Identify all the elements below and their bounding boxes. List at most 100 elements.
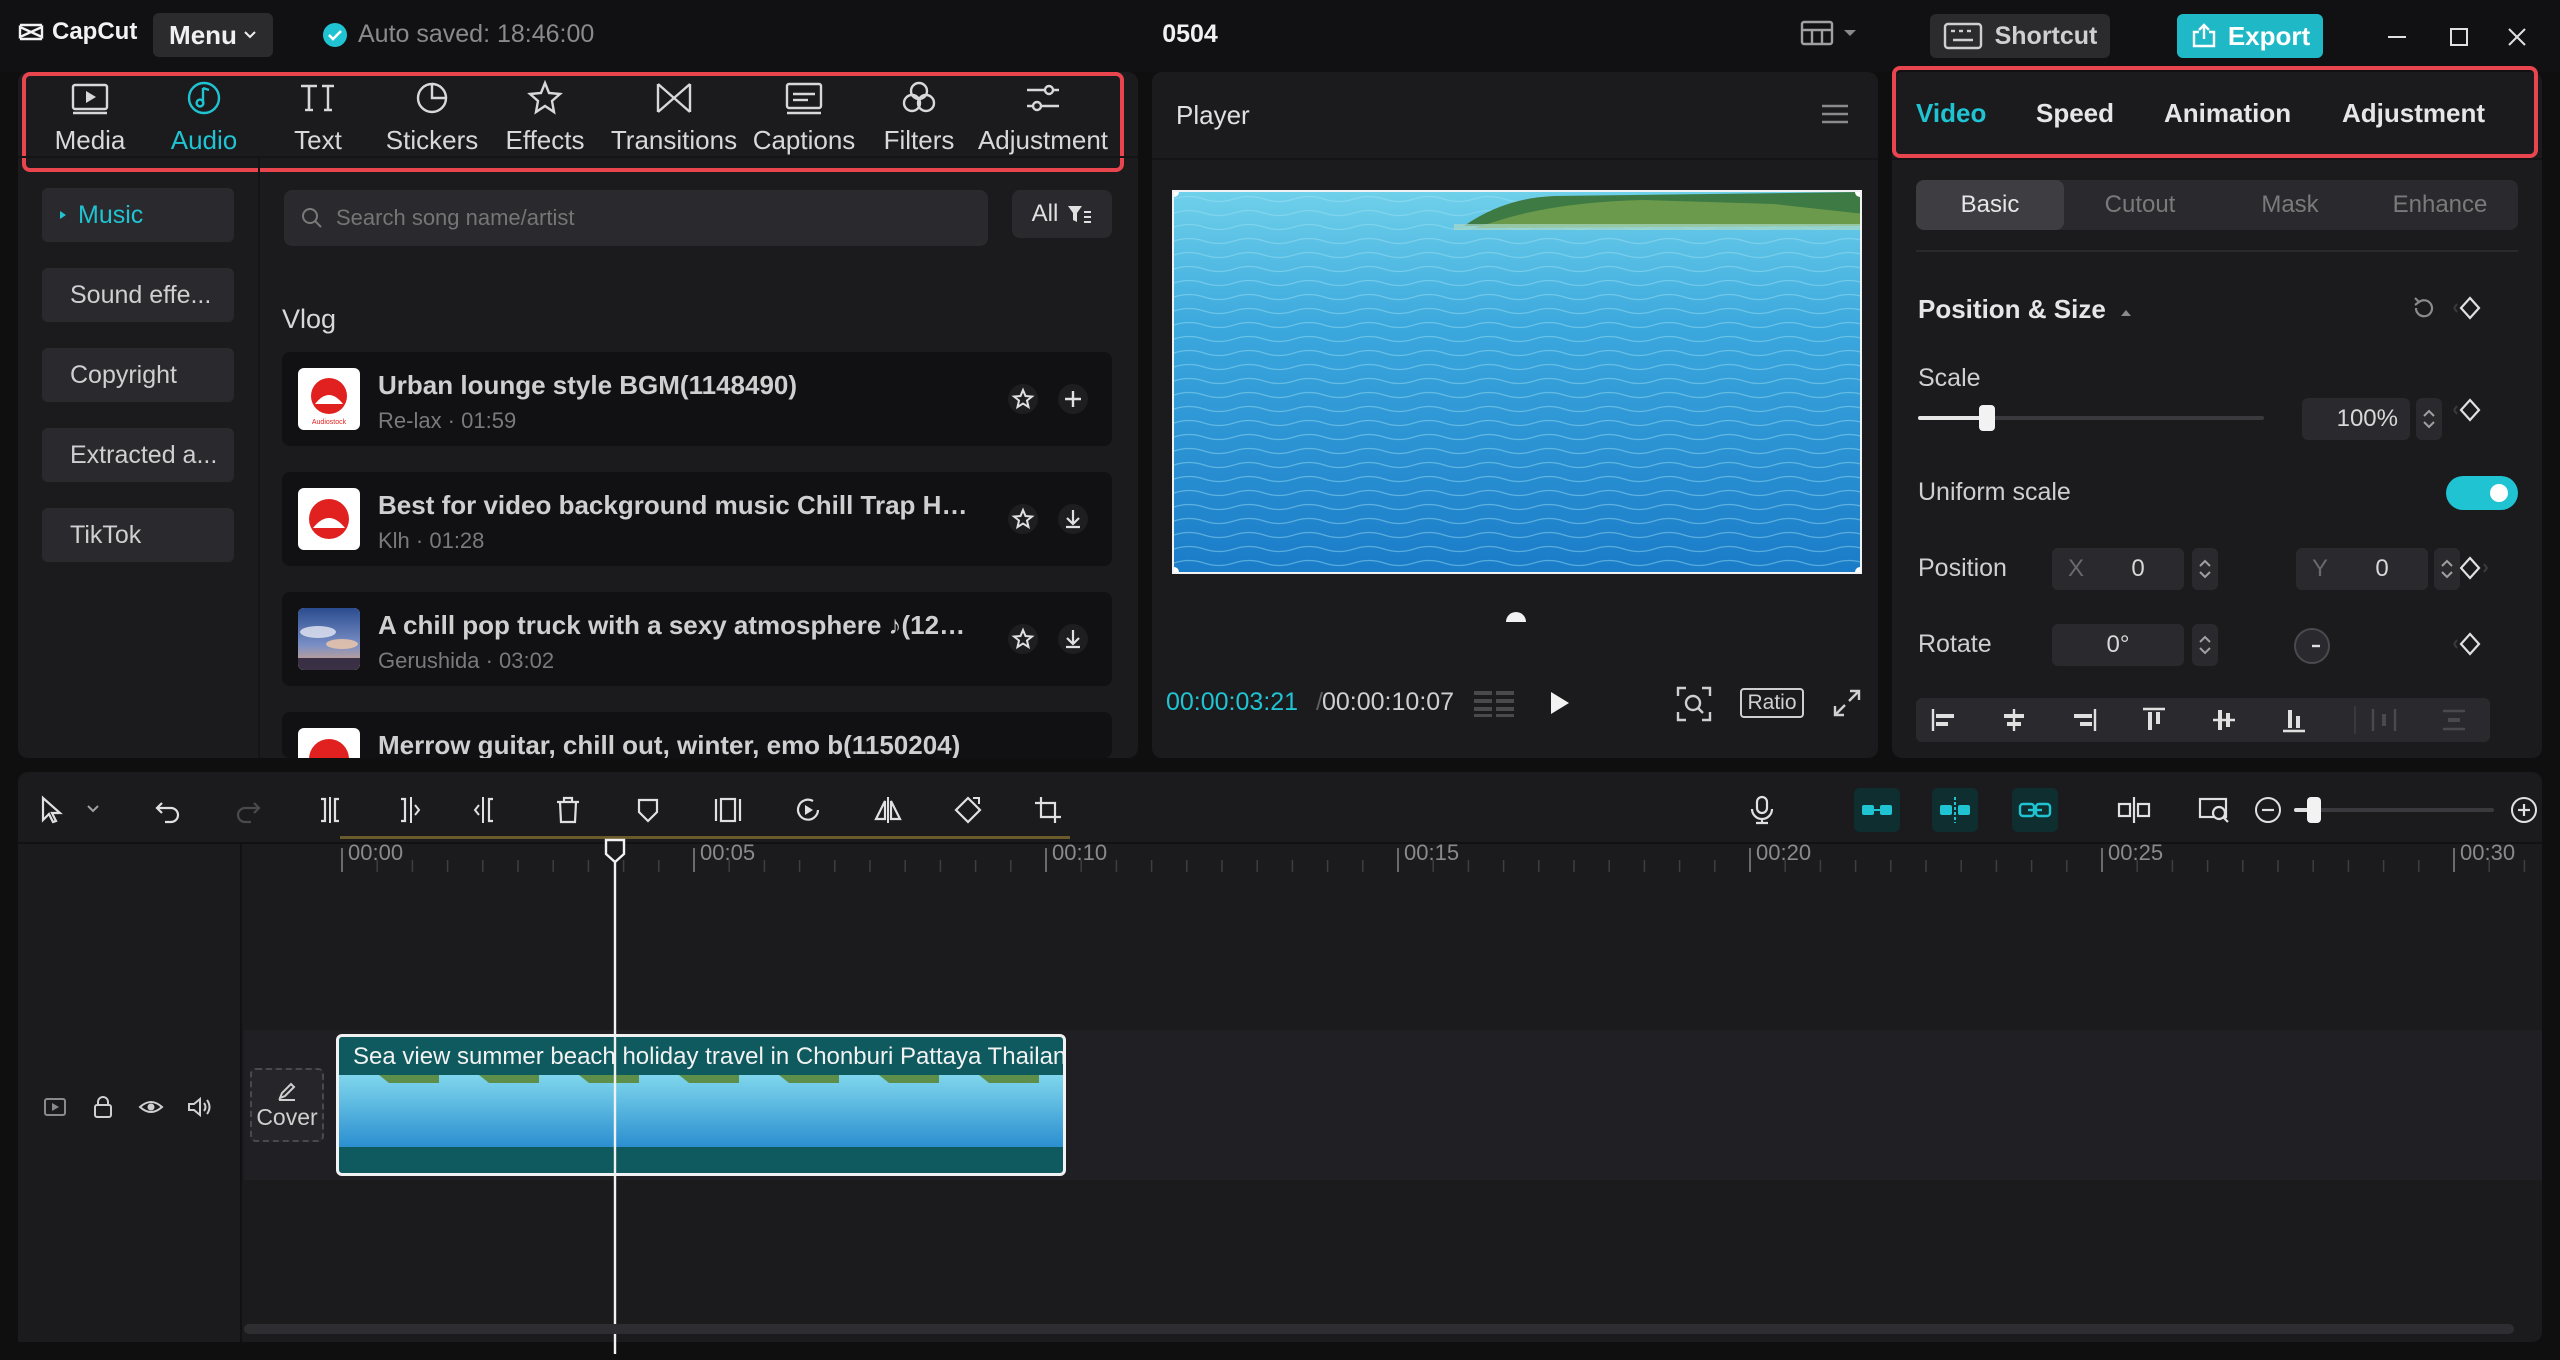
segment-mask[interactable]: Mask: [2216, 180, 2364, 230]
select-tool-button[interactable]: [32, 790, 72, 830]
search-box[interactable]: [284, 190, 988, 246]
tab-text[interactable]: Text: [268, 80, 368, 156]
align-right-icon[interactable]: [2070, 706, 2098, 734]
video-preview[interactable]: [1172, 190, 1862, 574]
tab-animation[interactable]: Animation: [2164, 98, 2291, 129]
align-bottom-icon[interactable]: [2280, 706, 2308, 734]
delete-right-button[interactable]: [466, 790, 506, 830]
zoom-in-icon[interactable]: [2510, 796, 2538, 824]
export-button[interactable]: Export: [2177, 14, 2323, 58]
add-plus-icon[interactable]: [1056, 382, 1090, 416]
playhead[interactable]: [602, 838, 628, 1354]
cover-button[interactable]: Cover: [250, 1068, 324, 1142]
scale-slider[interactable]: [1918, 405, 2264, 431]
menu-button[interactable]: Menu: [153, 13, 273, 57]
category-music[interactable]: Music: [42, 188, 234, 242]
delete-left-button[interactable]: [388, 790, 428, 830]
favorite-star-icon[interactable]: [1006, 622, 1040, 656]
play-icon[interactable]: [1544, 688, 1574, 718]
position-x-input[interactable]: X 0: [2052, 548, 2184, 590]
fullscreen-icon[interactable]: [1832, 688, 1862, 718]
segment-basic[interactable]: Basic: [1916, 180, 2064, 230]
maximize-button[interactable]: [2444, 22, 2474, 52]
crop-button[interactable]: [1028, 790, 1068, 830]
zoom-to-fit-button[interactable]: [2194, 790, 2234, 830]
align-top-icon[interactable]: [2140, 706, 2168, 734]
scale-stepper[interactable]: [2416, 398, 2442, 440]
position-x-stepper[interactable]: [2192, 548, 2218, 590]
favorite-star-icon[interactable]: [1006, 502, 1040, 536]
chevron-down-icon[interactable]: [86, 804, 100, 814]
rotate-input[interactable]: 0°: [2052, 624, 2184, 666]
track-mute-toggle[interactable]: [184, 1092, 214, 1122]
track-video-toggle[interactable]: [40, 1092, 70, 1122]
track-lock-toggle[interactable]: [88, 1092, 118, 1122]
rotate-handle-icon[interactable]: [1504, 612, 1528, 624]
layout-button[interactable]: [1800, 20, 1858, 46]
favorite-star-icon[interactable]: [1006, 382, 1040, 416]
song-item[interactable]: A chill pop truck with a sexy atmosphere…: [282, 592, 1112, 686]
song-item[interactable]: Best for video background music Chill Tr…: [282, 472, 1112, 566]
shortcut-button[interactable]: Shortcut: [1930, 14, 2110, 58]
search-input[interactable]: [336, 205, 976, 231]
position-size-title[interactable]: Position & Size: [1918, 294, 2133, 325]
keyframe-diamond-icon[interactable]: [2460, 554, 2490, 582]
tab-transitions[interactable]: Transitions: [594, 80, 754, 156]
segment-enhance[interactable]: Enhance: [2366, 180, 2514, 230]
scale-input[interactable]: 100%: [2302, 398, 2410, 440]
list-view-icon[interactable]: [1472, 688, 1518, 718]
reverse-button[interactable]: [788, 790, 828, 830]
download-icon[interactable]: [1056, 622, 1090, 656]
download-icon[interactable]: [1056, 502, 1090, 536]
align-left-icon[interactable]: [1930, 706, 1958, 734]
track-visibility-toggle[interactable]: [136, 1092, 166, 1122]
ratio-button[interactable]: Ratio: [1740, 688, 1804, 718]
align-middle-vertical-icon[interactable]: [2210, 706, 2238, 734]
preview-axis-button[interactable]: [2114, 790, 2154, 830]
hamburger-menu-icon[interactable]: [1820, 102, 1850, 126]
tab-captions[interactable]: Captions: [734, 80, 874, 156]
undo-button[interactable]: [148, 790, 188, 830]
category-tiktok[interactable]: TikTok: [42, 508, 234, 562]
tab-filters[interactable]: Filters: [864, 80, 974, 156]
tab-media[interactable]: Media: [40, 80, 140, 156]
tab-adjustment-props[interactable]: Adjustment: [2342, 98, 2485, 129]
horizontal-scrollbar[interactable]: [244, 1324, 2514, 1334]
segment-cutout[interactable]: Cutout: [2066, 180, 2214, 230]
align-center-horizontal-icon[interactable]: [2000, 706, 2028, 734]
filter-button[interactable]: All: [1012, 190, 1112, 238]
tab-speed[interactable]: Speed: [2036, 98, 2114, 129]
tab-effects[interactable]: Effects: [490, 80, 600, 156]
minimize-button[interactable]: [2382, 22, 2412, 52]
zoom-slider-thumb[interactable]: [2307, 797, 2321, 823]
song-item[interactable]: Audiostock Urban lounge style BGM(114849…: [282, 352, 1112, 446]
tab-adjustment[interactable]: Adjustment: [968, 80, 1118, 156]
tab-audio[interactable]: Audio: [154, 80, 254, 156]
zoom-slider[interactable]: [2294, 797, 2494, 823]
redo-button[interactable]: [228, 790, 268, 830]
zoom-out-icon[interactable]: [2254, 796, 2282, 824]
linkage-button[interactable]: [2012, 788, 2058, 832]
scale-slider-thumb[interactable]: [1979, 405, 1996, 431]
tab-video[interactable]: Video: [1916, 98, 1986, 129]
keyframe-diamond-icon[interactable]: [2452, 294, 2482, 322]
keyframe-diamond-icon[interactable]: [2452, 630, 2482, 658]
split-button[interactable]: [310, 790, 350, 830]
uniform-scale-toggle[interactable]: [2446, 476, 2518, 510]
rotate-dial-icon[interactable]: [2292, 626, 2332, 666]
zoom-fit-icon[interactable]: [1676, 686, 1712, 722]
distribute-horizontal-icon[interactable]: [2370, 706, 2398, 734]
marker-button[interactable]: [628, 790, 668, 830]
record-voice-button[interactable]: [1742, 790, 1782, 830]
rotate-button[interactable]: [948, 790, 988, 830]
song-item[interactable]: Merrow guitar, chill out, winter, emo b(…: [282, 712, 1112, 758]
category-sound-effects[interactable]: Sound effe...: [42, 268, 234, 322]
close-button[interactable]: [2502, 22, 2532, 52]
tab-stickers[interactable]: Stickers: [376, 80, 488, 156]
category-extracted-audio[interactable]: Extracted a...: [42, 428, 234, 482]
main-track-magnet-button[interactable]: [1854, 788, 1900, 832]
distribute-vertical-icon[interactable]: [2440, 706, 2468, 734]
category-copyright[interactable]: Copyright: [42, 348, 234, 402]
auto-snap-button[interactable]: [1932, 788, 1978, 832]
reset-icon[interactable]: [2410, 294, 2438, 322]
